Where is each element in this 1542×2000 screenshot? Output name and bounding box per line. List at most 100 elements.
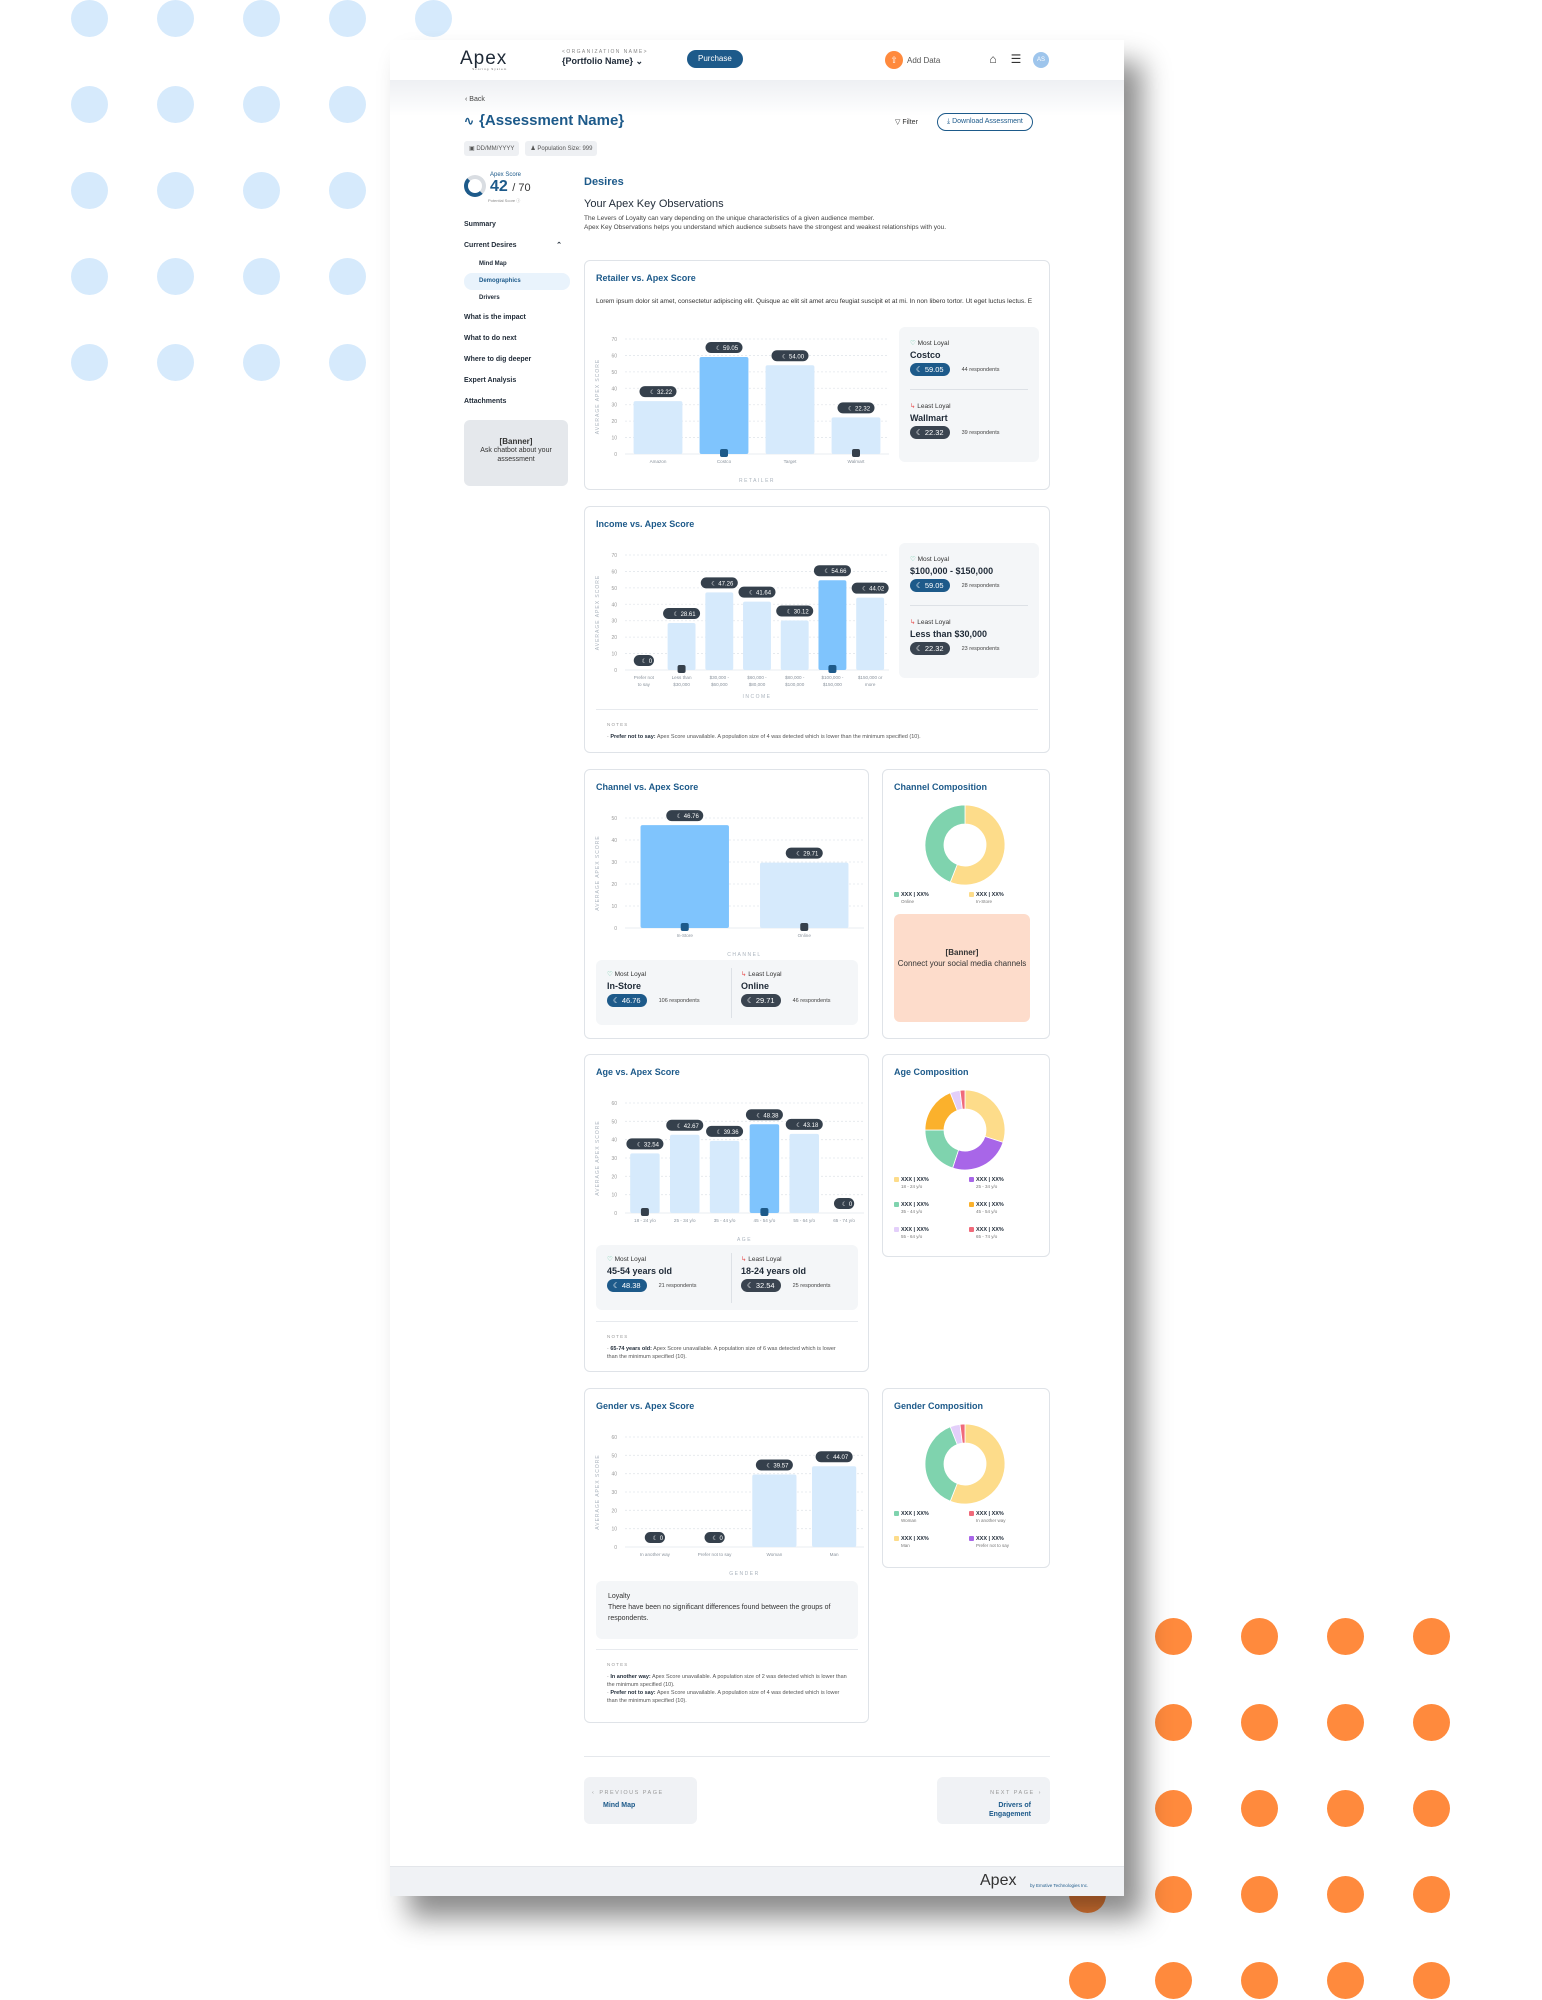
header-shade [390,80,1124,116]
sidebar-item-expert-analysis[interactable]: Expert Analysis [464,370,570,391]
back-link[interactable]: ‹ Back [465,96,485,103]
next-page-button[interactable]: NEXT PAGE › Drivers of Engagement [937,1777,1050,1824]
legend-item: XXX | XX% Prefer not to say [969,1536,1039,1548]
previous-page-button[interactable]: ‹ PREVIOUS PAGE Mind Map [584,1777,697,1824]
purchase-button[interactable]: Purchase [687,50,743,68]
card-title: Income vs. Apex Score [596,519,695,529]
x-tick-label: Prefer not [634,675,655,680]
card-title: Age vs. Apex Score [596,1067,680,1077]
y-tick-label: 20 [611,882,617,888]
date-chip: ▣ DD/MM/YYYY [464,141,520,156]
y-tick-label: 20 [611,419,617,425]
trend-down-marker-icon [677,665,686,673]
sidebar-item-mind-map[interactable]: Mind Map [464,256,570,273]
observations-title: Your Apex Key Observations [584,198,724,210]
calendar-icon: ▣ [469,146,475,152]
home-icon[interactable]: ⌂ [985,52,1001,68]
decor-dot [243,258,280,295]
bar [670,1134,700,1213]
sidebar-item-demographics[interactable]: Demographics [464,273,570,290]
y-axis-label: AVERAGE APEX SCORE [595,359,601,434]
least-loyal-score-pill: ☾ 22.32 [910,642,950,655]
channel-bar-chart: AVERAGE APEX SCORE 0 10 20 30 40 50 ☾ 46.76 In-S… [595,810,864,958]
decor-dot [157,258,194,295]
decor-dot [1155,1876,1192,1913]
data-label: ☾ 43.18 [796,1122,819,1129]
decor-dot [1155,1962,1192,1999]
loyalty-info-box: Loyalty There have been no significant d… [596,1581,858,1639]
card-title: Channel Composition [894,782,987,792]
y-tick-label: 40 [611,386,617,392]
decor-dot [243,0,280,37]
decor-dot [1155,1618,1192,1655]
legend-swatch [969,1227,974,1233]
legend-label: 18 - 24 y/o [901,1184,923,1189]
y-tick-label: 0 [614,926,617,932]
gender-bar-chart: AVERAGE APEX SCORE 0 10 20 30 40 50 60 ☾ 0 In ano… [595,1435,864,1577]
filter-button[interactable]: ▽ Filter [895,118,918,126]
apex-score-widget: Apex Score 42 / 70 [464,172,570,197]
heart-icon: ♡ [607,1256,613,1263]
bar [856,597,885,670]
data-label: ☾ 39.57 [766,1462,789,1469]
sidebar-item-impact[interactable]: What is the impact [464,307,570,328]
decor-dot [1413,1962,1450,1999]
sidebar-item-drivers[interactable]: Drivers [464,290,570,307]
layers-icon[interactable]: ☰ [1008,52,1024,68]
divider [910,389,1028,390]
decor-dot [329,0,366,37]
data-label: ☾ 32.54 [637,1141,660,1148]
y-tick-label: 50 [611,370,617,376]
most-loyal-score-pill: ☾ 59.05 [910,579,950,592]
filter-icon: ▽ [895,119,901,126]
x-tick-label: Costco [717,459,732,464]
legend-value: XXX | XX% [976,1536,1004,1542]
note-item: · 65-74 years old: Apex Score unavailabl… [607,1346,836,1360]
respondents-count: 39 respondents [961,429,1000,436]
y-tick-label: 0 [614,1211,617,1217]
trend-down-icon: ↳ [741,1256,747,1263]
income-card: Income vs. Apex Score AVERAGE APEX SCORE… [584,506,1050,753]
download-assessment-button[interactable]: ⤓ Download Assessment [937,113,1033,131]
x-tick-label: $150,000 [823,682,843,687]
next-page-name: Drivers of Engagement [988,1802,1031,1818]
sidebar-item-attachments[interactable]: Attachments [464,391,570,412]
legend-label: 35 - 44 y/o [901,1209,923,1214]
legend-value: XXX | XX% [976,1202,1004,1208]
x-tick-label: Amazon [650,459,667,464]
gender-donut-chart [924,1423,1006,1505]
data-label: ☾ 44.02 [862,586,885,593]
x-tick-label: Target [784,459,797,464]
chatbot-banner[interactable]: [Banner] Ask chatbot about your assessme… [464,420,568,486]
least-loyal-name: Online [741,981,770,991]
data-label: ☾ 54.00 [782,353,805,360]
sidebar-item-current-desires[interactable]: Current Desires ⌃ [464,235,570,256]
potential-score[interactable]: Potential Score ⓘ [488,198,570,204]
sidebar-item-summary[interactable]: Summary [464,214,570,235]
decor-dot [1327,1962,1364,1999]
x-tick-label: 65 - 74 y/o [833,1218,855,1223]
data-label: ☾ 59.05 [716,345,739,352]
decor-dot [1241,1618,1278,1655]
add-data-button[interactable]: ⇧ Add Data [885,51,940,69]
bar [705,592,734,670]
sidebar-item-dig-deeper[interactable]: Where to dig deeper [464,349,570,370]
legend-item: XXX | XX% Man [894,1536,964,1548]
legend-label: In another way [976,1518,1006,1523]
sidebar-item-next[interactable]: What to do next [464,328,570,349]
pie-slice [952,1135,1004,1171]
decor-dot [1241,1704,1278,1741]
portfolio-selector[interactable]: <ORGANIZATION NAME> {Portfolio Name} ⌄ [562,49,648,67]
y-tick-label: 50 [611,1119,617,1125]
least-loyal-score-pill: ☾ 29.71 [741,994,781,1007]
gender-legend: XXX | XX% Woman XXX | XX% In another way XXX… [894,1511,1044,1561]
legend-swatch [969,1202,974,1208]
apex-logo[interactable]: Apex Scoring System [460,48,507,71]
social-media-banner[interactable]: [Banner] Connect your social media chann… [894,914,1030,1022]
respondents-count: 46 respondents [792,997,831,1004]
data-label: ☾ 30.12 [787,609,810,616]
respondents-count: 25 respondents [792,1282,831,1289]
avatar[interactable]: AS [1033,52,1049,68]
x-tick-label: In another way [640,1552,671,1557]
loyalty-summary-panel: ♡ Most Loyal In-Store ☾ 46.76 106 respond… [596,960,858,1025]
